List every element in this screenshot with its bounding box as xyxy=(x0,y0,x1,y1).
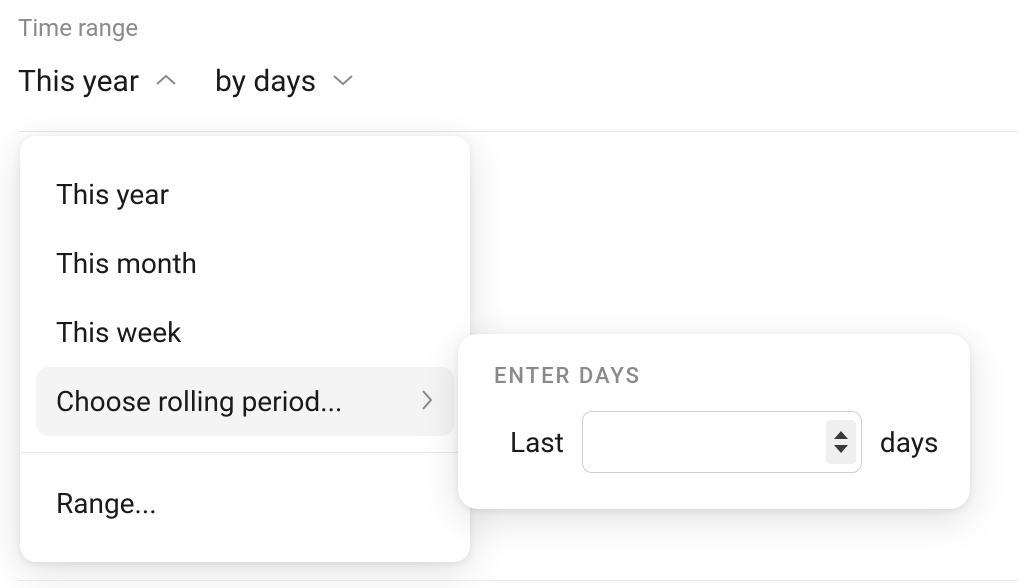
menu-divider xyxy=(20,452,470,453)
stepper-down-icon xyxy=(834,445,848,453)
menu-item-label: This year xyxy=(56,178,169,211)
granularity-selector[interactable]: by days xyxy=(215,64,354,99)
menu-item-label: This week xyxy=(56,316,181,349)
granularity-text: by days xyxy=(215,64,316,99)
menu-item-label: Range... xyxy=(56,487,157,520)
chevron-down-icon xyxy=(332,72,354,91)
time-range-dropdown: This year This month This week Choose ro… xyxy=(20,136,470,562)
menu-item-range[interactable]: Range... xyxy=(20,469,470,538)
chevron-right-icon xyxy=(420,385,434,418)
section-label: Time range xyxy=(18,14,138,42)
time-range-selector[interactable]: This year xyxy=(18,64,177,99)
time-range-text: This year xyxy=(18,64,139,99)
divider xyxy=(18,580,1018,581)
submenu-suffix: days xyxy=(880,426,939,459)
days-input[interactable] xyxy=(582,411,862,473)
menu-item-label: Choose rolling period... xyxy=(56,385,342,418)
menu-item-rolling-period[interactable]: Choose rolling period... xyxy=(36,367,454,436)
chevron-up-icon xyxy=(155,72,177,91)
rolling-period-submenu: ENTER DAYS Last days xyxy=(458,334,970,509)
submenu-title: ENTER DAYS xyxy=(494,364,934,389)
quantity-stepper[interactable] xyxy=(826,420,856,464)
menu-item-this-year[interactable]: This year xyxy=(20,160,470,229)
menu-item-this-month[interactable]: This month xyxy=(20,229,470,298)
menu-item-this-week[interactable]: This week xyxy=(20,298,470,367)
divider xyxy=(18,131,1018,132)
menu-item-label: This month xyxy=(56,247,197,280)
stepper-up-icon xyxy=(834,431,848,439)
submenu-prefix: Last xyxy=(510,426,564,459)
